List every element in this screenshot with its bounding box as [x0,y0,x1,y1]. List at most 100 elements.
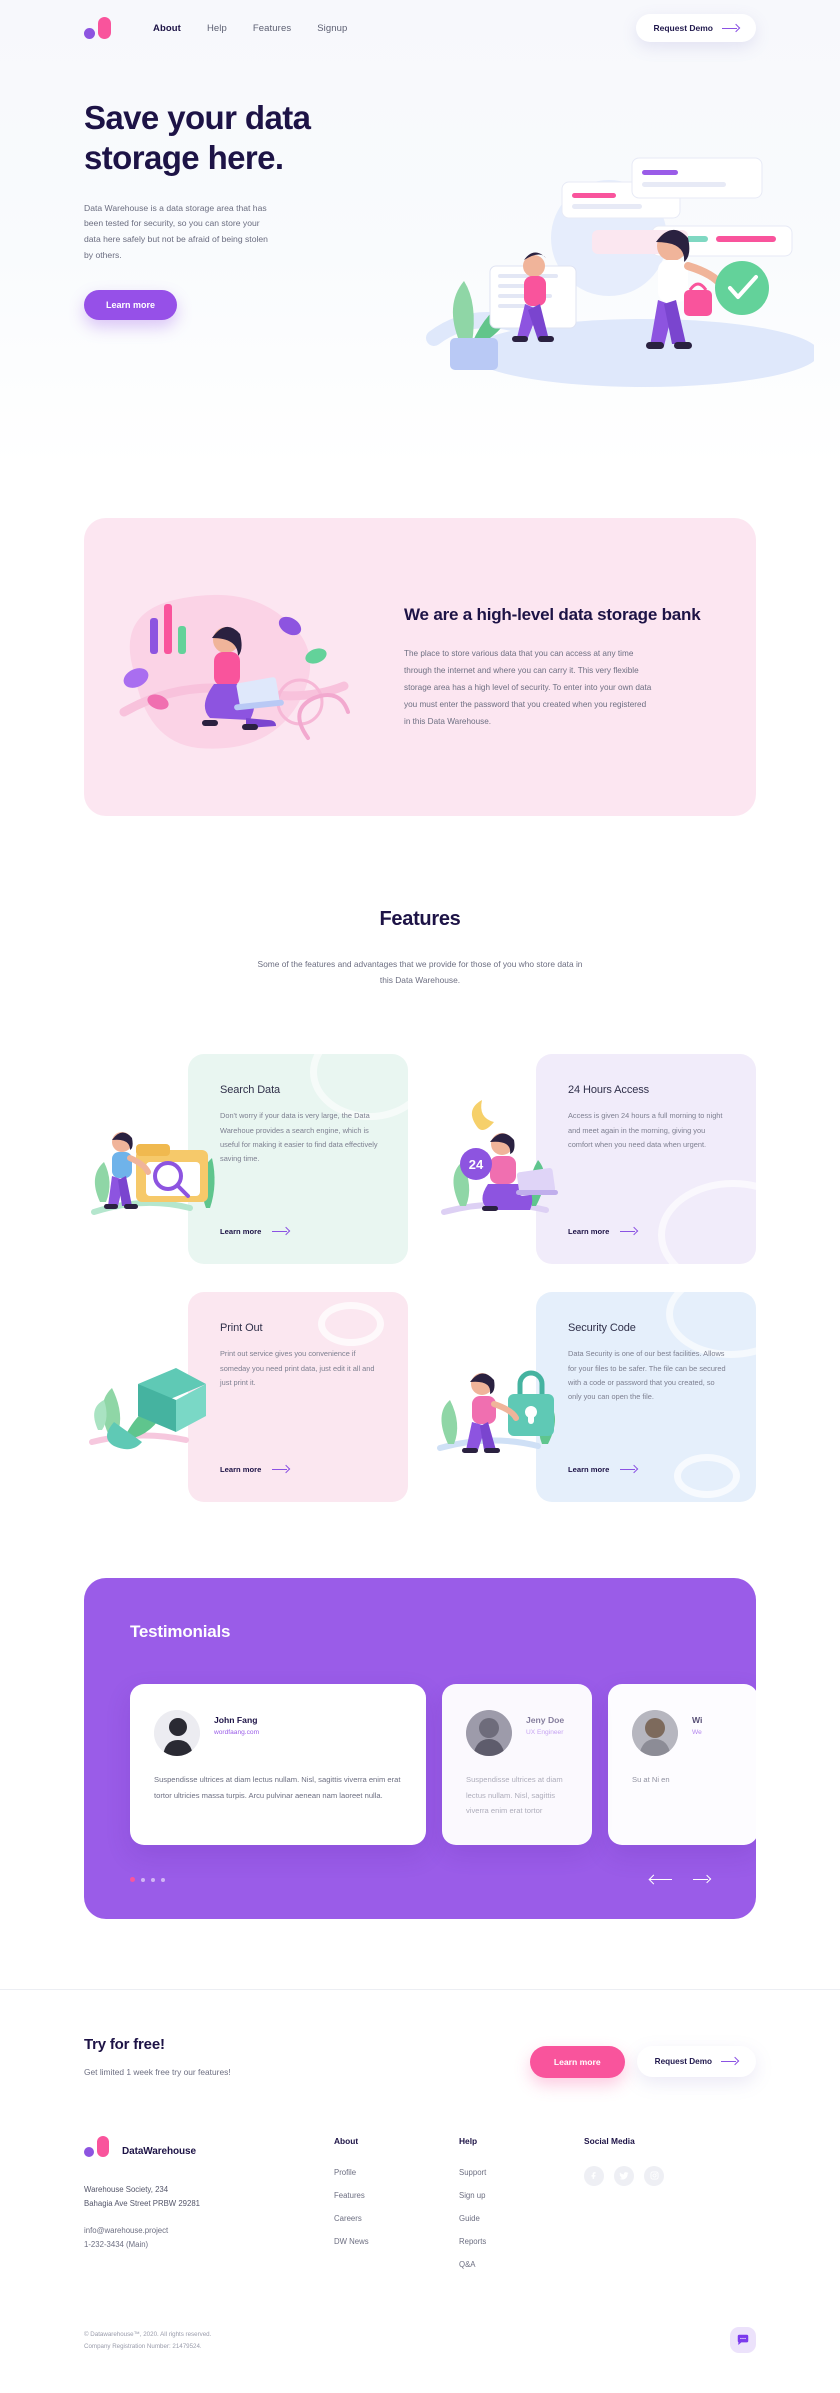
arrow-left-icon[interactable] [650,1875,673,1885]
feature-title: Search Data [220,1084,281,1097]
carousel-dots[interactable] [130,1877,165,1883]
footer-column-social: Social Media [584,2136,709,2283]
avatar [154,1710,200,1757]
testimonial-name: John Fang [214,1715,258,1726]
nav-link-help[interactable]: Help [207,23,227,34]
arrow-right-icon [620,1465,637,1474]
security-code-illustration [437,1370,555,1454]
nav-links: About Help Features Signup [153,23,347,34]
footer-link-guide[interactable]: Guide [459,2214,584,2223]
nav-link-about[interactable]: About [153,23,181,34]
testimonial-card[interactable]: Jeny Doe UX Engineer Suspendisse ultrice… [442,1684,592,1845]
carousel-dot[interactable] [141,1877,145,1882]
nav-link-signup[interactable]: Signup [317,23,347,34]
bank-text: We are a high-level data storage bank Th… [404,604,749,731]
chat-bubble-button[interactable] [730,2326,756,2353]
copyright-text: © Datawarehouse™, 2020. All rights reser… [84,2331,212,2339]
feature-learn-more-label: Learn more [568,1227,610,1237]
footer-logo[interactable]: DataWarehouse [84,2135,334,2157]
hero-title-line2: storage here. [84,139,284,177]
testimonial-author: John Fang wordfaang.com [154,1710,402,1757]
footer-link-support[interactable]: Support [459,2168,584,2177]
registration-text: Company Registration Number: 21479524. [84,2343,202,2350]
features-title: Features [379,908,461,930]
footer-link-dw-news[interactable]: DW News [334,2237,459,2246]
feature-learn-more[interactable]: Learn more [220,1465,289,1474]
arrow-right-icon[interactable] [693,1875,710,1884]
footer-column-heading: Help [459,2135,478,2146]
hero-title-line1: Save your data [84,99,311,136]
hero-learn-more-button[interactable]: Learn more [84,290,178,321]
feature-learn-more[interactable]: Learn more [568,1227,637,1236]
request-demo-button[interactable]: Request Demo [636,14,756,42]
try-free-title: Try for free! [84,2035,165,2053]
try-free-text: Try for free! Get limited 1 week free tr… [84,2036,231,2077]
footer-legal: © Datawarehouse™, 2020. All rights reser… [84,2326,756,2393]
try-free-request-demo-button[interactable]: Request Demo [636,2046,756,2078]
testimonials-carousel[interactable]: John Fang wordfaang.com Suspendisse ultr… [130,1684,756,1845]
top-navigation: About Help Features Signup Request Demo [0,0,840,56]
testimonial-quote: Suspendisse ultrices at diam lectus null… [466,1775,563,1816]
instagram-icon[interactable] [644,2165,664,2186]
testimonial-author-info: Wi We [692,1710,702,1736]
arrow-right-icon [272,1465,289,1474]
try-free-subtitle: Get limited 1 week free try our features… [84,2066,231,2077]
request-demo-label: Request Demo [653,23,713,33]
testimonial-name: Wi [692,1715,703,1726]
carousel-dot[interactable] [151,1877,155,1882]
feature-learn-more-label: Learn more [220,1465,262,1475]
footer-email[interactable]: info@warehouse.project [84,2224,334,2238]
testimonial-card[interactable]: Wi We Su at Ni en [608,1684,756,1845]
footer-brand-name: DataWarehouse [122,2145,196,2157]
feature-card-security-code[interactable]: Security Code Data Security is one of ou… [432,1292,756,1503]
footer-contact: info@warehouse.project 1-232-3434 (Main) [84,2224,334,2253]
bank-paragraph: The place to store various data that you… [404,649,652,726]
carousel-dot-active[interactable] [130,1877,135,1883]
landing-page: About Help Features Signup Request Demo … [0,0,840,2393]
hero-section: About Help Features Signup Request Demo … [0,0,840,468]
try-free-learn-more-button[interactable]: Learn more [529,2045,625,2078]
testimonial-author-info: John Fang wordfaang.com [214,1710,259,1736]
hero-paragraph: Data Warehouse is a data storage area th… [84,202,268,261]
testimonial-role: wordfaang.com [214,1729,260,1737]
testimonial-author: Jeny Doe UX Engineer [466,1710,568,1757]
avatar [466,1710,512,1757]
decorative-blob [674,1454,740,1499]
testimonial-role: We [692,1729,702,1737]
footer-link-profile[interactable]: Profile [334,2168,459,2177]
feature-card-print-out[interactable]: Print Out Print out service gives you co… [84,1292,408,1503]
feature-learn-more[interactable]: Learn more [568,1465,637,1474]
hero-content: Save your data storage here. Data Wareho… [0,98,840,428]
testimonial-author-info: Jeny Doe UX Engineer [526,1710,564,1736]
feature-title: Security Code [568,1322,636,1335]
feature-learn-more[interactable]: Learn more [220,1227,289,1236]
avatar [632,1710,678,1757]
carousel-controls [130,1875,756,1885]
carousel-arrows [650,1875,710,1885]
testimonial-name: Jeny Doe [526,1715,565,1726]
testimonial-author: Wi We [632,1710,734,1757]
footer-column-about: About Profile Features Careers DW News [334,2136,459,2283]
footer-link-careers[interactable]: Careers [334,2214,459,2223]
arrow-right-icon [620,1227,637,1236]
feature-card-24-hours-access[interactable]: 24 Hours Access Access is given 24 hours… [432,1054,756,1265]
facebook-icon[interactable] [584,2165,604,2186]
feature-body: Access is given 24 hours a full morning … [568,1111,723,1149]
avatar-image [632,1710,678,1757]
brand-logo[interactable] [84,17,111,39]
nav-link-features[interactable]: Features [253,23,291,34]
hours-access-illustration: 24 [441,1100,558,1216]
twitter-icon[interactable] [614,2165,634,2186]
footer-link-reports[interactable]: Reports [459,2237,584,2246]
social-links [584,2165,709,2186]
testimonial-card[interactable]: John Fang wordfaang.com Suspendisse ultr… [130,1684,426,1845]
testimonial-quote: Suspendisse ultrices at diam lectus null… [154,1775,401,1800]
footer-link-features[interactable]: Features [334,2191,459,2200]
footer-link-sign-up[interactable]: Sign up [459,2191,584,2200]
footer-link-qa[interactable]: Q&A [459,2260,584,2269]
footer-phone[interactable]: 1-232-3434 (Main) [84,2238,334,2252]
carousel-dot[interactable] [161,1877,165,1882]
feature-card-search-data[interactable]: Search Data Don't worry if your data is … [84,1054,408,1265]
feature-body: Data Security is one of our best facilit… [568,1349,726,1402]
print-out-illustration [89,1368,206,1450]
